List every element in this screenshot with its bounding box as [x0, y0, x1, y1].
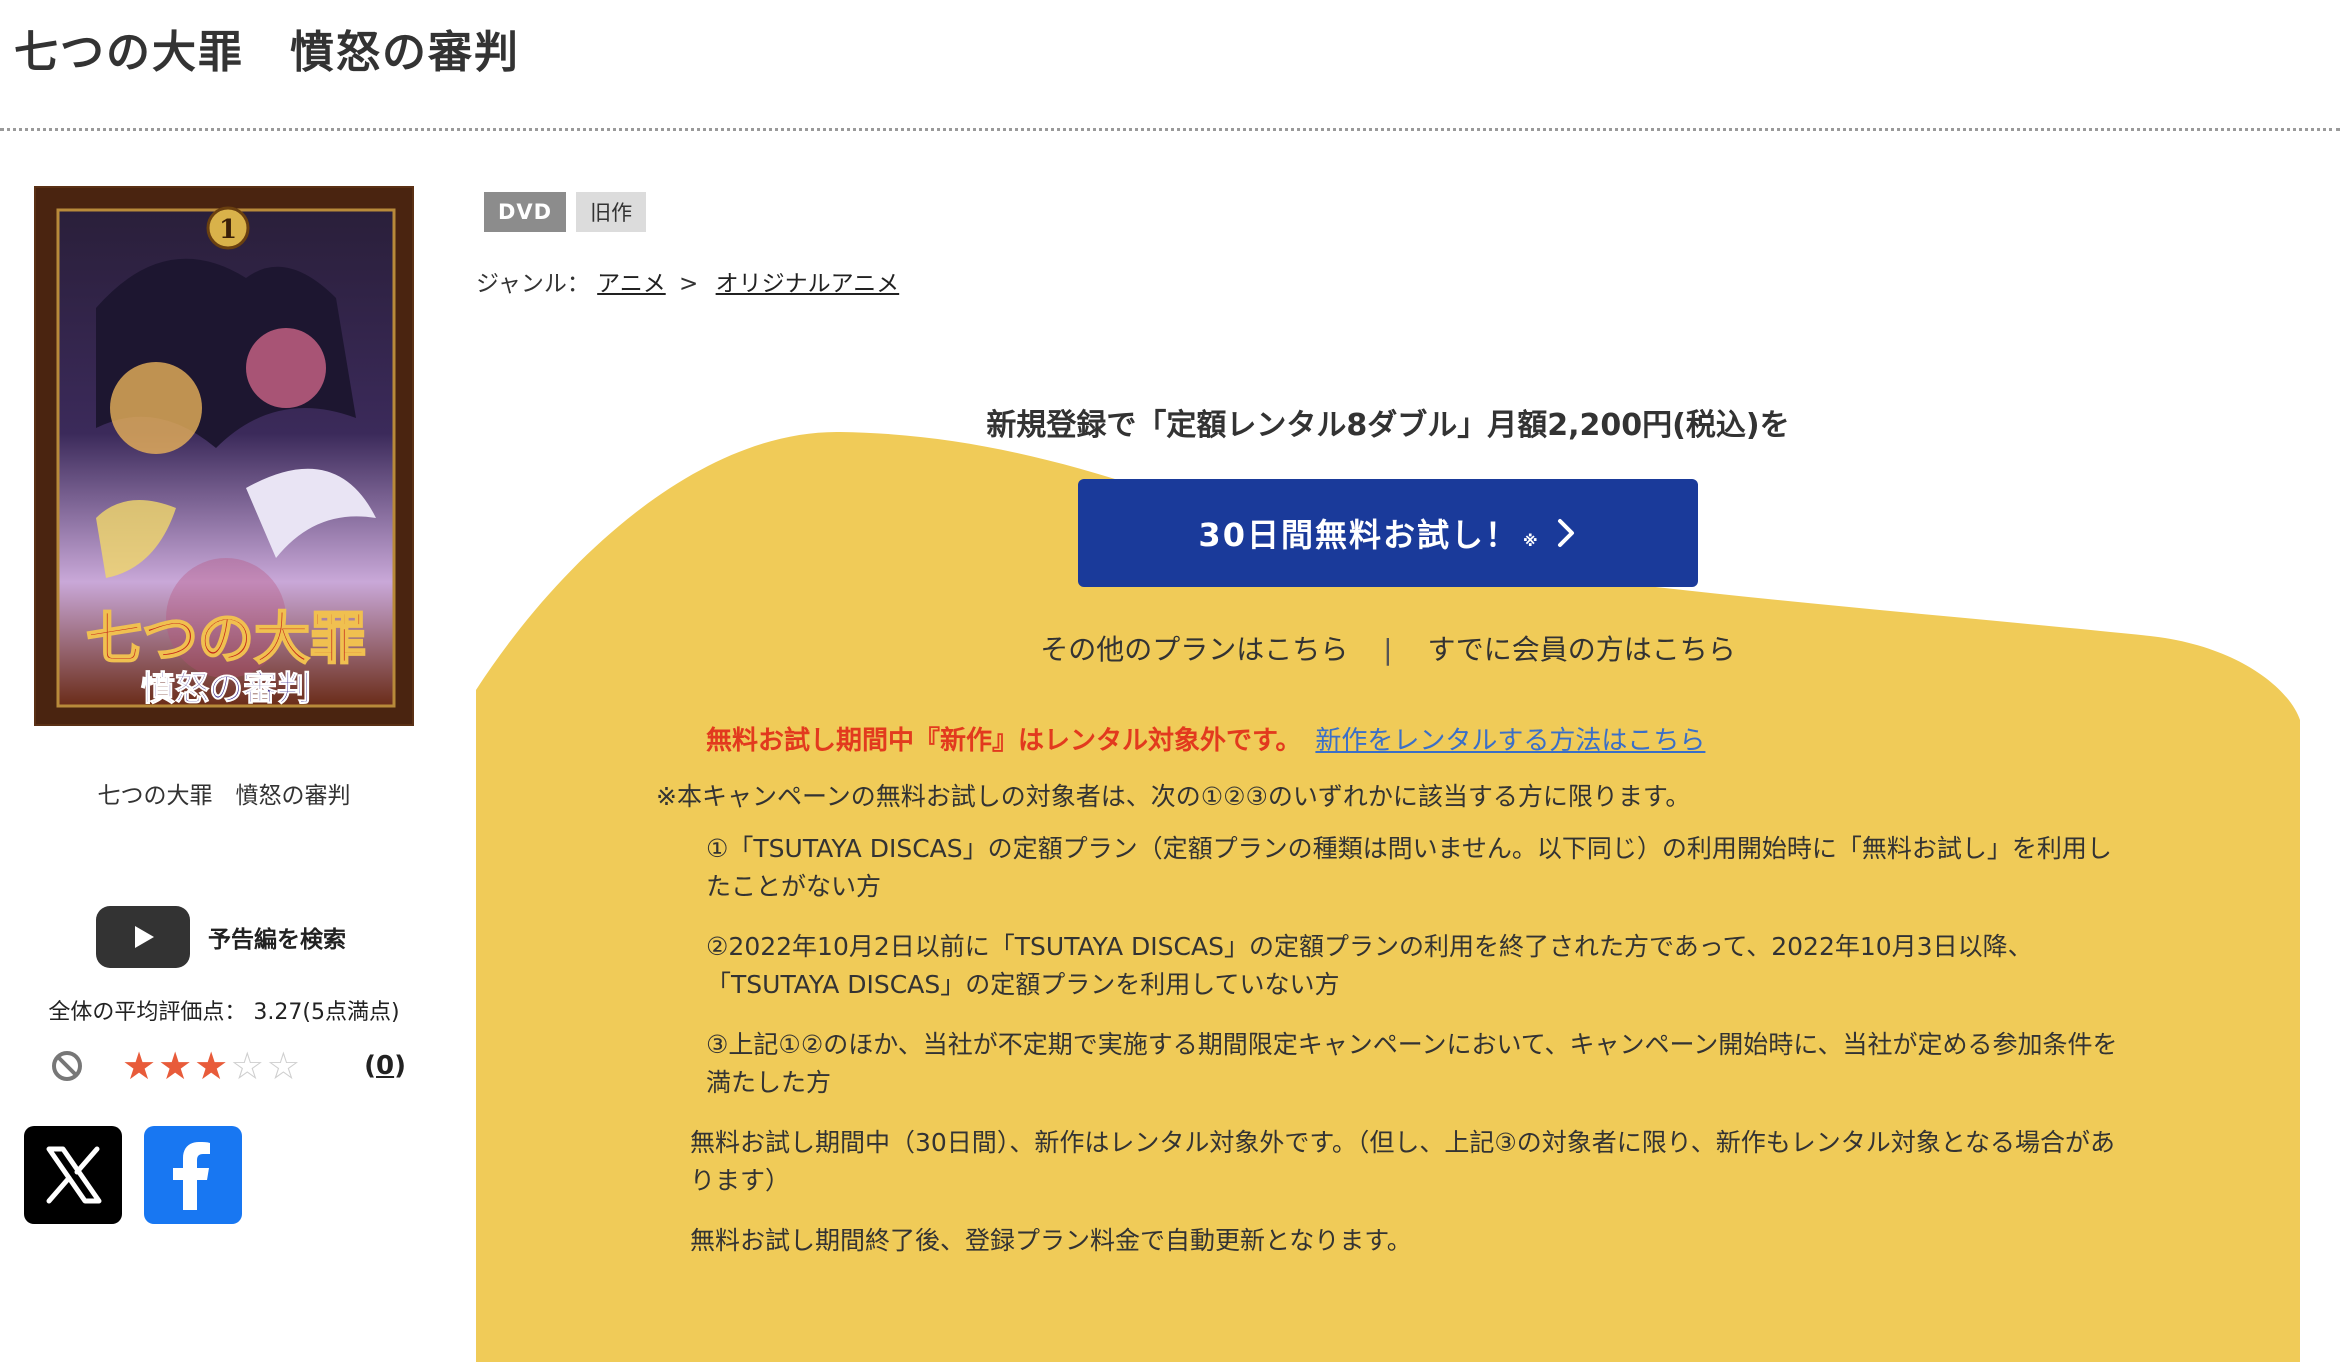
new-release-warning: 無料お試し期間中『新作』はレンタル対象外です。 新作をレンタルする方法はこちら — [706, 720, 1705, 757]
star-icon[interactable]: ☆ — [230, 1046, 264, 1086]
genre-label: ジャンル： — [476, 271, 590, 297]
how-to-rent-new-link[interactable]: 新作をレンタルする方法はこちら — [1315, 726, 1705, 756]
chevron-right-icon — [1557, 519, 1574, 547]
jacket-subtitle: 憤怒の審判 — [141, 669, 311, 709]
trailer-search-label[interactable]: 予告編を検索 — [208, 920, 346, 954]
product-title: 七つの大罪 憤怒の審判 — [97, 783, 351, 809]
auto-renew-note: 無料お試し期間終了後、登録プラン料金で自動更新となります。 — [690, 1226, 1412, 1255]
trailer-search[interactable]: 予告編を検索 — [96, 906, 346, 968]
genre-link-anime[interactable]: アニメ — [597, 271, 666, 297]
campaign-notes: ※本キャンペーンの無料お試しの対象者は、次の①②③のいずれかに該当する方に限りま… — [656, 778, 2126, 1282]
format-tags: DVD 旧作 — [484, 192, 647, 232]
genre-link-original-anime[interactable]: オリジナルアニメ — [716, 271, 900, 297]
new-release-note: 無料お試し期間中（30日間）、新作はレンタル対象外です。（但し、上記③の対象者に… — [690, 1128, 2115, 1195]
jacket-volume-number: 1 — [219, 215, 237, 245]
jacket-artwork: 1 七つの大罪 憤怒の審判 — [36, 188, 412, 724]
link-separator: | — [1383, 633, 1393, 666]
star-icon[interactable]: ★ — [158, 1046, 192, 1086]
notes-intro: ※本キャンペーンの無料お試しの対象者は、次の①②③のいずれかに該当する方に限りま… — [656, 782, 1691, 811]
plan-links: その他のプランはこちら | すでに会員の方はこちら — [476, 628, 2300, 668]
other-plans-link[interactable]: その他のプランはこちら — [1040, 633, 1348, 666]
star-icon[interactable]: ☆ — [266, 1046, 300, 1086]
free-trial-label: 30日間無料お試し！ — [1198, 516, 1519, 554]
share-facebook-button[interactable] — [144, 1126, 242, 1224]
campaign-lead: 新規登録で「定額レンタル8ダブル」月額2,200円(税込)を — [986, 408, 1790, 443]
warning-text: 無料お試し期間中『新作』はレンタル対象外です。 — [706, 726, 1302, 756]
release-badge: 旧作 — [576, 192, 647, 232]
genre-separator: > — [679, 271, 699, 297]
rating-row: ★ ★ ★ ☆ ☆ (0) — [50, 1044, 406, 1088]
star-icon[interactable]: ★ — [194, 1046, 228, 1086]
review-count: (0) — [364, 1051, 406, 1081]
genre-breadcrumb: ジャンル： アニメ > オリジナルアニメ — [476, 264, 899, 298]
condition-item: ①「TSUTAYA DISCAS」の定額プラン（定額プランの種類は問いません。以… — [706, 834, 2112, 901]
format-badge: DVD — [484, 192, 567, 232]
star-icon[interactable]: ★ — [122, 1046, 156, 1086]
jacket-logo: 七つの大罪 — [86, 606, 366, 672]
play-icon[interactable] — [96, 906, 190, 968]
average-rating: 全体の平均評価点： 3.27(5点満点) — [48, 1000, 400, 1025]
member-login-link[interactable]: すでに会員の方はこちら — [1427, 633, 1735, 666]
facebook-logo-icon — [173, 1142, 210, 1210]
review-count-link[interactable]: 0 — [376, 1051, 394, 1081]
x-logo-icon — [46, 1146, 102, 1204]
share-x-button[interactable] — [24, 1126, 122, 1224]
free-trial-note-mark: ※ — [1522, 532, 1540, 550]
condition-item: ②2022年10月2日以前に「TSUTAYA DISCAS」の定額プランの利用を… — [706, 932, 2033, 999]
condition-item: ③上記①②のほか、当社が不定期で実施する期間限定キャンペーンにおいて、キャンペー… — [706, 1030, 2118, 1097]
rating-stars[interactable]: ★ ★ ★ ☆ ☆ — [122, 1046, 300, 1086]
free-trial-button[interactable]: 30日間無料お試し！ ※ — [1078, 479, 1698, 587]
not-interested-icon[interactable] — [50, 1049, 84, 1083]
dvd-jacket-image[interactable]: 1 七つの大罪 憤怒の審判 — [34, 186, 414, 726]
